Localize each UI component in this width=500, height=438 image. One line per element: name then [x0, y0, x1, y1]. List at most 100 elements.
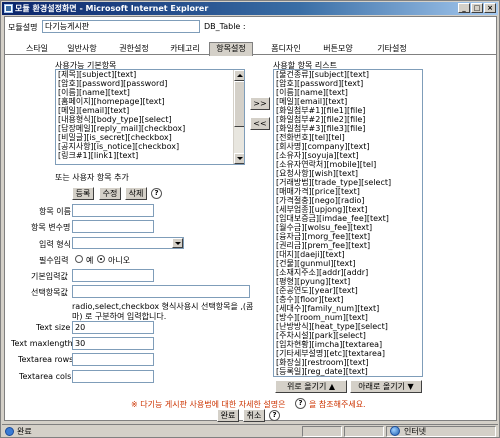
status-segment — [344, 426, 384, 437]
minimize-button[interactable]: _ — [458, 3, 470, 13]
item-var-input[interactable] — [72, 220, 154, 233]
help-icon[interactable]: ? — [269, 410, 280, 421]
list-item[interactable]: [화일첨부#2][file2][file] — [274, 115, 422, 124]
app-icon — [4, 4, 13, 13]
scroll-up-icon[interactable] — [234, 70, 244, 81]
list-item[interactable]: [공지사항][is_notice][checkbox] — [56, 142, 244, 151]
list-item[interactable]: [임대보증금][imdae_fee][text] — [274, 214, 422, 223]
close-button[interactable]: × — [484, 3, 496, 13]
remove-item-button[interactable]: << — [250, 117, 270, 130]
textarea-cols-input[interactable] — [72, 370, 154, 383]
modify-button[interactable]: 수정 — [99, 187, 121, 200]
list-item[interactable]: [세부업종][upjong][text] — [274, 205, 422, 214]
list-item[interactable]: [임차현황][imcha][textarea] — [274, 340, 422, 349]
list-item[interactable]: [기타세부설명][etc][textarea] — [274, 349, 422, 358]
zone-text: 인터넷 — [404, 427, 427, 436]
list-item[interactable]: [거래방법][trade_type][select] — [274, 178, 422, 187]
list-item[interactable]: [회사명][company][text] — [274, 142, 422, 151]
list-item[interactable]: [화일첨부#3][file3][file] — [274, 124, 422, 133]
list-item[interactable]: [권리금][prem_fee][text] — [274, 241, 422, 250]
text-size-input[interactable]: 20 — [72, 321, 154, 334]
list-item[interactable]: [화일첨부#1][file1][file] — [274, 106, 422, 115]
tab-style[interactable]: 스타일 — [19, 43, 55, 55]
list-item[interactable]: [등록일][reg_date][text] — [274, 367, 422, 376]
required-no-radio[interactable] — [97, 255, 105, 263]
input-type-label: 입력 형식 — [39, 240, 71, 249]
zone-segment — [386, 426, 496, 437]
list-item[interactable]: [건물][gunmul][text] — [274, 259, 422, 268]
list-item[interactable]: [요청사항][wish][text] — [274, 169, 422, 178]
textarea-cols-label: Textarea cols — [19, 372, 72, 381]
used-items-list[interactable]: [물건종류][subject][text] [암호][password][tex… — [273, 69, 423, 377]
tab-category[interactable]: 카테고리 — [165, 43, 205, 55]
list-item[interactable]: [내용형식][body_type][select] — [56, 115, 244, 124]
list-item[interactable]: [답장메일][reply_mail][checkbox] — [56, 124, 244, 133]
module-description-input[interactable]: 다기능게시판 — [42, 20, 200, 33]
options-label: 선택항목값 — [31, 288, 68, 297]
list-item[interactable]: [세대수][family_num][text] — [274, 304, 422, 313]
scroll-thumb[interactable] — [234, 81, 244, 127]
list-item[interactable]: [주차시설][park][select] — [274, 331, 422, 340]
list-item[interactable]: [소유자][soyuja][text] — [274, 151, 422, 160]
delete-button[interactable]: 삭제 — [125, 187, 147, 200]
list-item[interactable]: [화장실][restroom][text] — [274, 358, 422, 367]
text-maxlength-input[interactable]: 30 — [72, 337, 154, 350]
scroll-down-icon[interactable] — [234, 153, 244, 164]
db-table-label: DB_Table : — [204, 22, 246, 31]
list-item[interactable]: [소재지주소][addr][addr] — [274, 268, 422, 277]
list-item[interactable]: [메일][email][text] — [56, 106, 244, 115]
required-label: 필수입력 — [39, 256, 69, 265]
list-item[interactable]: [층수][floor][text] — [274, 295, 422, 304]
list-item[interactable]: [융자금][morg_fee][text] — [274, 232, 422, 241]
list-item[interactable]: [암호][password][text] — [274, 79, 422, 88]
required-yes-radio[interactable] — [75, 255, 83, 263]
ok-button[interactable]: 완료 — [217, 409, 239, 422]
page-content: 모듈설명 다기능게시판 DB_Table : 스타일 일반사항 권한설정 카테고… — [4, 16, 497, 422]
list-item[interactable]: [물건종류][subject][text] — [274, 70, 422, 79]
list-item[interactable]: [홈페이지][homepage][text] — [56, 97, 244, 106]
list-item[interactable]: [이름][name][text] — [274, 88, 422, 97]
maximize-button[interactable]: □ — [471, 3, 483, 13]
default-value-input[interactable] — [72, 269, 154, 282]
tab-other-settings[interactable]: 기타설정 — [372, 43, 412, 55]
list-item[interactable]: [메일][email][text] — [274, 97, 422, 106]
list-item[interactable]: [대지][daeji][text] — [274, 250, 422, 259]
title-bar[interactable]: 모듈 환경설정화면 - Microsoft Internet Explorer … — [2, 2, 498, 15]
status-segment — [302, 426, 342, 437]
list-item[interactable]: [난방방식][heat_type][select] — [274, 322, 422, 331]
list-item[interactable]: [가격절충][nego][radio] — [274, 196, 422, 205]
list-item[interactable]: [제목][subject][text] — [56, 70, 244, 79]
list-item[interactable]: [준공연도][year][text] — [274, 286, 422, 295]
input-type-select[interactable] — [72, 237, 184, 249]
options-input[interactable] — [72, 285, 250, 298]
tab-form-design[interactable]: 폼디자인 — [266, 43, 306, 55]
available-scrollbar[interactable] — [233, 70, 244, 164]
list-item[interactable]: [비밀글][is_secret][checkbox] — [56, 133, 244, 142]
register-button[interactable]: 등록 — [72, 187, 94, 200]
item-name-input[interactable] — [72, 204, 154, 217]
list-item[interactable]: [방수][room_num][text] — [274, 313, 422, 322]
list-item[interactable]: [암호][password][password] — [56, 79, 244, 88]
available-items-list[interactable]: [제목][subject][text] [암호][password][passw… — [55, 69, 245, 165]
required-no-label: 아니오 — [108, 256, 131, 265]
list-item[interactable]: [이름][name][text] — [56, 88, 244, 97]
chevron-down-icon[interactable] — [172, 238, 183, 248]
add-item-button[interactable]: >> — [250, 97, 270, 110]
list-item[interactable]: [매매가격][price][text] — [274, 187, 422, 196]
tab-general[interactable]: 일반사항 — [62, 43, 102, 55]
tab-permissions[interactable]: 권한설정 — [114, 43, 154, 55]
tab-item-settings[interactable]: 항목설정 — [209, 42, 253, 56]
list-item[interactable]: [전화번호][tel][tel] — [274, 133, 422, 142]
textarea-rows-input[interactable] — [72, 353, 154, 366]
move-up-button[interactable]: 위로 올기기 ▲ — [275, 380, 347, 393]
help-icon[interactable]: ? — [151, 188, 162, 199]
text-maxlength-label: Text maxlength — [11, 339, 73, 348]
list-item[interactable]: [링크#1][link1][text] — [56, 151, 244, 160]
help-icon[interactable]: ? — [295, 398, 306, 409]
list-item[interactable]: [월수금][wolsu_fee][text] — [274, 223, 422, 232]
move-down-button[interactable]: 아래로 올기기 ▼ — [350, 380, 422, 393]
cancel-button[interactable]: 취소 — [243, 409, 265, 422]
list-item[interactable]: [평형][pyung][text] — [274, 277, 422, 286]
tab-button-style[interactable]: 버튼모양 — [318, 43, 358, 55]
list-item[interactable]: [소유자연락처][mobile][tel] — [274, 160, 422, 169]
